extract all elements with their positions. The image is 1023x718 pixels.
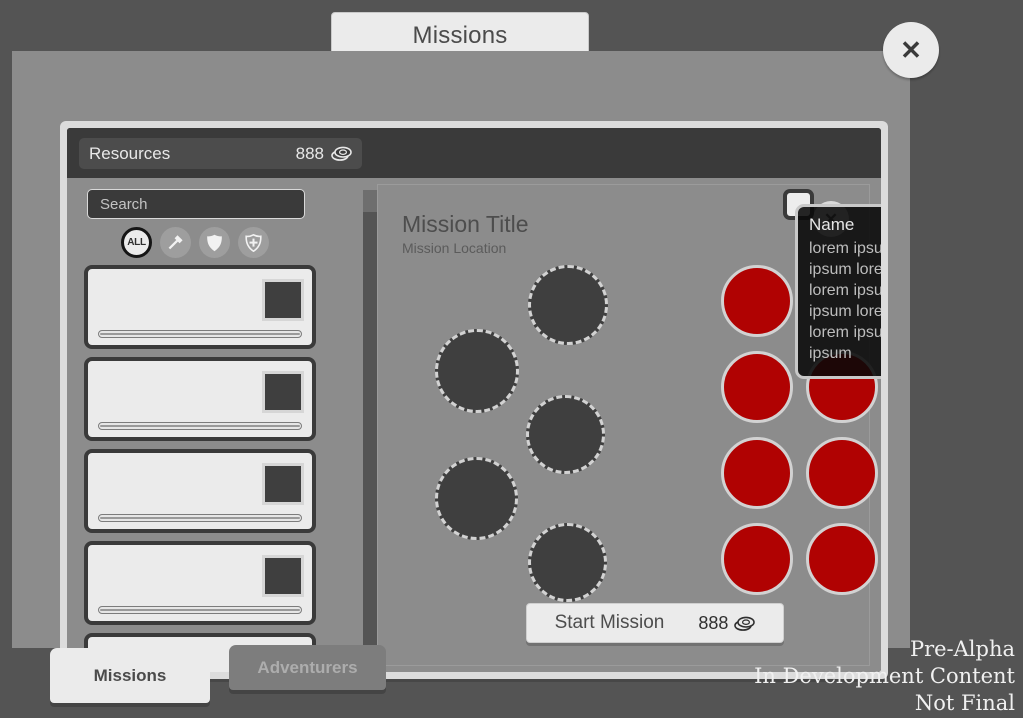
search-placeholder: Search: [100, 195, 148, 213]
filter-support-button[interactable]: [238, 227, 269, 258]
mission-card-progress: [98, 330, 302, 338]
shield-icon: [206, 234, 223, 252]
mission-list-scrollbar[interactable]: [363, 190, 378, 672]
filter-weapon-button[interactable]: [160, 227, 191, 258]
missions-panel-body: Resources 888 Search ALL Mission Title M…: [67, 128, 881, 672]
missions-content: Search ALL Mission Title Mission Locatio…: [67, 178, 881, 672]
start-mission-label: Start Mission: [554, 612, 665, 633]
mission-title: Mission Title: [402, 211, 529, 237]
search-input[interactable]: Search: [87, 189, 305, 219]
filter-defense-button[interactable]: [199, 227, 230, 258]
item-tooltip: Name lorem ipsum lorem ipsum lorem ipsum…: [795, 204, 881, 379]
start-mission-cost-value: 888: [698, 612, 729, 633]
tab-adventurers-label: Adventurers: [257, 657, 358, 677]
watermark-line-3: Not Final: [914, 691, 1015, 715]
coin-icon: [331, 146, 352, 161]
tooltip-body: lorem ipsum lorem ipsum lorem ipsum lore…: [809, 240, 881, 362]
mission-slot-empty[interactable]: [528, 523, 607, 602]
close-window-button[interactable]: ✕: [883, 22, 939, 78]
mission-card[interactable]: [84, 541, 316, 625]
filter-button-group: ALL: [121, 227, 327, 258]
mission-slot-filled[interactable]: [721, 265, 793, 337]
mission-slot-empty[interactable]: [435, 329, 519, 413]
filter-all-button[interactable]: ALL: [121, 227, 152, 258]
mission-card-thumbnail: [262, 371, 304, 413]
tab-adventurers[interactable]: Adventurers: [229, 645, 386, 690]
resources-bar: Resources 888: [67, 128, 881, 178]
hammer-icon: [167, 234, 184, 251]
mission-card-progress: [98, 422, 302, 430]
mission-card[interactable]: [84, 265, 316, 349]
mission-slot-filled[interactable]: [806, 523, 878, 595]
watermark-line-2: In Development Content: [754, 664, 1015, 688]
mission-slot-filled[interactable]: [721, 437, 793, 509]
shield-cross-icon: [245, 233, 262, 252]
scrollbar-thumb[interactable]: [363, 212, 378, 672]
mission-list[interactable]: [77, 265, 327, 672]
coin-icon: [734, 616, 756, 631]
mission-card[interactable]: [84, 357, 316, 441]
mission-slot-empty[interactable]: [435, 457, 518, 540]
page-title-label: Missions: [412, 21, 508, 49]
mission-card-thumbnail: [262, 555, 304, 597]
mission-slot-filled[interactable]: [721, 351, 793, 423]
missions-panel: Resources 888 Search ALL Mission Title M…: [60, 121, 888, 679]
mission-slot-filled[interactable]: [806, 437, 878, 509]
close-icon: ✕: [900, 35, 922, 65]
tab-missions[interactable]: Missions: [50, 648, 210, 703]
app-root: Missions Resources 888 Search ALL Missio…: [0, 0, 1023, 718]
mission-card[interactable]: [84, 449, 316, 533]
tab-missions-label: Missions: [93, 665, 167, 685]
missions-window: Resources 888 Search ALL Mission Title M…: [12, 51, 910, 679]
filter-all-label: ALL: [127, 237, 146, 248]
mission-card-thumbnail: [262, 463, 304, 505]
mission-location: Mission Location: [402, 240, 507, 256]
resources-chip: Resources 888: [79, 138, 362, 169]
mission-slot-empty[interactable]: [528, 265, 608, 345]
mission-card-thumbnail: [262, 279, 304, 321]
resources-label: Resources: [89, 143, 171, 163]
build-watermark: Pre-Alpha In Development Content Not Fin…: [754, 636, 1015, 717]
mission-card-progress: [98, 606, 302, 614]
mission-card-progress: [98, 514, 302, 522]
mission-slot-filled[interactable]: [721, 523, 793, 595]
start-mission-cost: 888: [698, 612, 756, 634]
tooltip-title: Name: [809, 215, 855, 234]
start-mission-button[interactable]: Start Mission 888: [526, 603, 784, 643]
mission-slot-empty[interactable]: [526, 395, 605, 474]
resources-amount: 888: [295, 143, 324, 163]
mission-list-column: Search ALL: [77, 184, 378, 672]
mission-detail-panel: Mission Title Mission Location ✕: [377, 184, 881, 666]
watermark-line-1: Pre-Alpha: [909, 637, 1015, 661]
